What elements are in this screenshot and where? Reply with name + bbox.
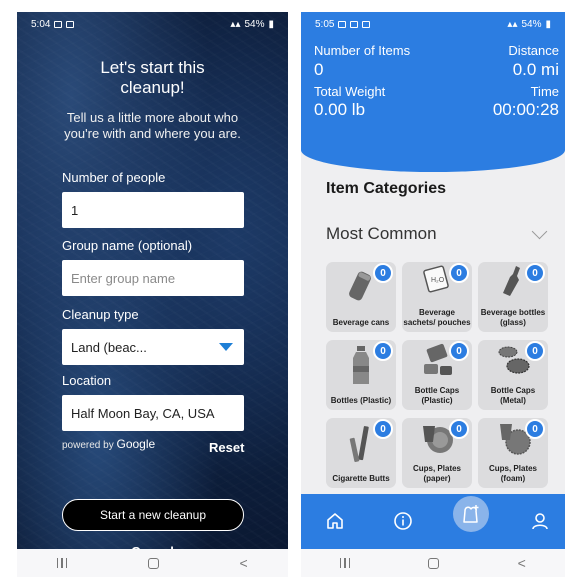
powered-by-google: powered by Google [62,437,155,451]
tile-label: Bottle Caps (Plastic) [414,386,460,405]
home-icon[interactable] [428,557,440,569]
user-icon [532,513,548,530]
people-input[interactable]: 1 [62,192,244,228]
svg-text:H₂O: H₂O [431,277,445,284]
page-title: Let's start this cleanup! [100,58,205,97]
notification-icon [66,20,75,28]
notification-icon [54,20,63,28]
category-group-title[interactable]: Most Common [326,224,437,244]
weight-label: Total Weight [314,84,386,99]
tile-label: Beverage bottles (glass) [480,308,546,327]
status-time: 5:04 [31,18,51,30]
cleanup-type-label: Cleanup type [62,307,139,322]
tile-metal-caps[interactable]: 0 Bottle Caps (Metal) [478,340,548,410]
reset-button[interactable]: Reset [209,440,244,455]
tile-glass-bottles[interactable]: 0 Beverage bottles (glass) [478,262,548,332]
notification-icon [350,20,359,28]
system-nav-bar: < [17,549,288,577]
tile-beverage-pouches[interactable]: H₂O 0 Beverage sachets/ pouches [402,262,472,332]
home-icon[interactable] [147,557,159,569]
tile-foam-cups[interactable]: 0 Cups, Plates (foam) [478,418,548,488]
home-tab[interactable] [321,507,349,535]
chevron-down-icon[interactable] [531,223,548,240]
time-value: 00:00:28 [492,100,559,119]
distance-value: 0.0 mi [512,60,559,79]
items-label: Number of Items [314,43,411,58]
cleanup-type-value: Land (beac... [71,339,147,355]
stats-header: 5:05 ▴▴ 54% ▮ Number of Items 0 Distance… [301,12,565,172]
info-icon [394,512,412,530]
signal-icon: ▴▴ [507,18,518,30]
location-label: Location [62,373,112,388]
battery-text: 54% [521,18,542,30]
dropdown-arrow-icon [219,343,233,351]
status-bar: 5:04 ▴▴ 54% ▮ [17,12,288,36]
items-value: 0 [314,60,324,79]
status-time: 5:05 [315,18,335,30]
categories-title: Item Categories [326,180,447,197]
tile-paper-cups[interactable]: 0 Cups, Plates (paper) [402,418,472,488]
distance-label: Distance [508,43,559,58]
count-badge: 0 [373,263,393,283]
recent-apps-icon[interactable] [57,558,68,568]
notification-icon [338,20,347,28]
tile-plastic-caps[interactable]: 0 Bottle Caps (Plastic) [402,340,472,410]
cleanup-type-select[interactable]: Land (beac... [62,329,244,365]
back-icon[interactable]: < [518,555,526,571]
location-input[interactable]: Half Moon Bay, CA, USA [62,395,244,431]
add-trash-icon [463,505,479,523]
tile-label: Beverage sachets/ pouches [403,308,471,327]
count-badge: 0 [449,341,469,361]
home-icon [327,513,343,529]
add-item-button[interactable] [453,496,489,532]
info-tab[interactable] [389,507,417,535]
people-label: Number of people [62,170,166,185]
system-nav-bar: < [301,549,565,577]
google-logo: Google [116,437,156,451]
tile-beverage-cans[interactable]: 0 Beverage cans [326,262,396,332]
battery-text: 54% [244,18,265,30]
tile-label: Cigarette Butts [332,474,390,483]
cleanup-setup-screen: 5:04 ▴▴ 54% ▮ Let's start this cleanup! … [17,12,288,577]
tile-label: Bottle Caps (Metal) [490,386,536,405]
back-icon[interactable]: < [239,555,247,571]
battery-icon: ▮ [268,18,274,30]
screenshot-stage: 5:04 ▴▴ 54% ▮ Let's start this cleanup! … [0,0,567,577]
count-badge: 0 [449,419,469,439]
count-badge: 0 [525,419,545,439]
page-subtitle: Tell us a little more about who you're w… [64,110,241,141]
time-label: Time [530,84,559,99]
notification-icon [362,20,371,28]
start-cleanup-button[interactable]: Start a new cleanup [62,499,244,531]
tile-cigarette-butts[interactable]: 0 Cigarette Butts [326,418,396,488]
tile-label: Beverage cans [332,318,390,327]
weight-value: 0.00 lb [314,100,366,119]
battery-icon: ▮ [545,18,551,30]
count-badge: 0 [373,341,393,361]
tile-label: Cups, Plates (foam) [488,464,537,483]
app-bottom-nav [301,494,565,549]
group-name-input[interactable]: Enter group name [62,260,244,296]
count-badge: 0 [449,263,469,283]
count-badge: 0 [525,341,545,361]
tile-label: Bottles (Plastic) [330,396,392,405]
tile-plastic-bottles[interactable]: 0 Bottles (Plastic) [326,340,396,410]
recent-apps-icon[interactable] [340,558,351,568]
profile-tab[interactable] [526,507,554,535]
status-bar: 5:05 ▴▴ 54% ▮ [301,12,565,36]
signal-icon: ▴▴ [230,18,241,30]
group-label: Group name (optional) [62,238,193,253]
powered-by-text: powered by [62,440,114,451]
tile-label: Cups, Plates (paper) [412,464,461,483]
count-badge: 0 [373,419,393,439]
count-badge: 0 [525,263,545,283]
active-cleanup-screen: 5:05 ▴▴ 54% ▮ Number of Items 0 Distance… [301,12,565,577]
